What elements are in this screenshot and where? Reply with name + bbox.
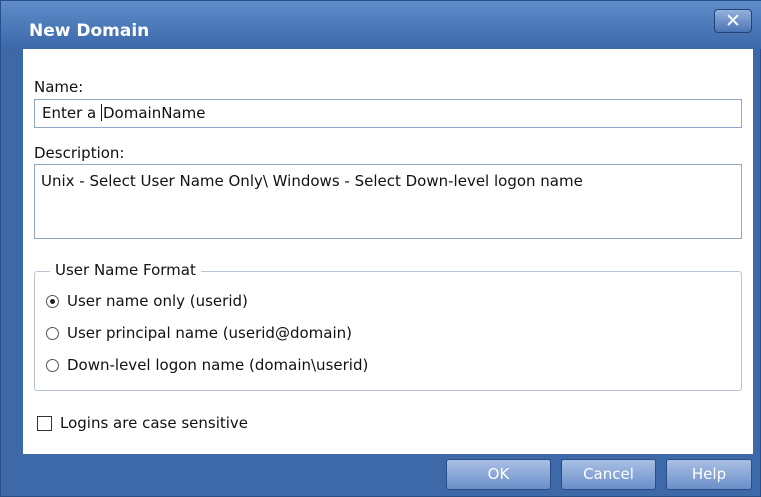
dialog-title: New Domain [29,21,150,41]
close-button[interactable]: ✕ [714,9,752,33]
radio-selected-icon[interactable] [46,294,59,308]
radio-down-level-logon-name-label: Down-level logon name (domain\userid) [67,356,369,374]
dialog-content: Name: Enter a DomainName Description: Un… [23,49,753,454]
help-button[interactable]: Help [666,459,752,490]
close-icon: ✕ [725,10,741,32]
case-sensitive-checkbox[interactable] [37,415,52,431]
name-value-part2: DomainName [103,104,206,122]
radio-user-principal-name-label: User principal name (userid@domain) [67,324,352,342]
radio-user-name-only-label: User name only (userid) [67,292,248,310]
radio-down-level-logon-name[interactable]: Down-level logon name (domain\userid) [46,356,368,374]
ok-button[interactable]: OK [446,459,551,490]
description-input[interactable]: Unix - Select User Name Only\ Windows - … [34,164,742,239]
title-bar[interactable]: New Domain ✕ [1,1,761,49]
radio-unselected-icon[interactable] [46,358,59,372]
case-sensitive-option[interactable]: Logins are case sensitive [37,414,248,432]
name-input[interactable]: Enter a DomainName [34,99,742,128]
case-sensitive-label: Logins are case sensitive [60,414,249,432]
cancel-button[interactable]: Cancel [561,459,656,490]
description-value: Unix - Select User Name Only\ Windows - … [41,172,583,190]
user-name-format-legend: User Name Format [50,261,201,279]
radio-user-name-only[interactable]: User name only (userid) [46,292,248,310]
name-value-part1: Enter a [42,104,101,122]
name-label: Name: [34,78,84,96]
user-name-format-group: User Name Format User name only (userid)… [34,261,742,391]
radio-user-principal-name[interactable]: User principal name (userid@domain) [46,324,352,342]
new-domain-dialog: New Domain ✕ Name: Enter a DomainName De… [0,0,761,497]
radio-unselected-icon[interactable] [46,326,59,340]
text-caret [101,104,102,121]
description-label: Description: [34,144,125,162]
